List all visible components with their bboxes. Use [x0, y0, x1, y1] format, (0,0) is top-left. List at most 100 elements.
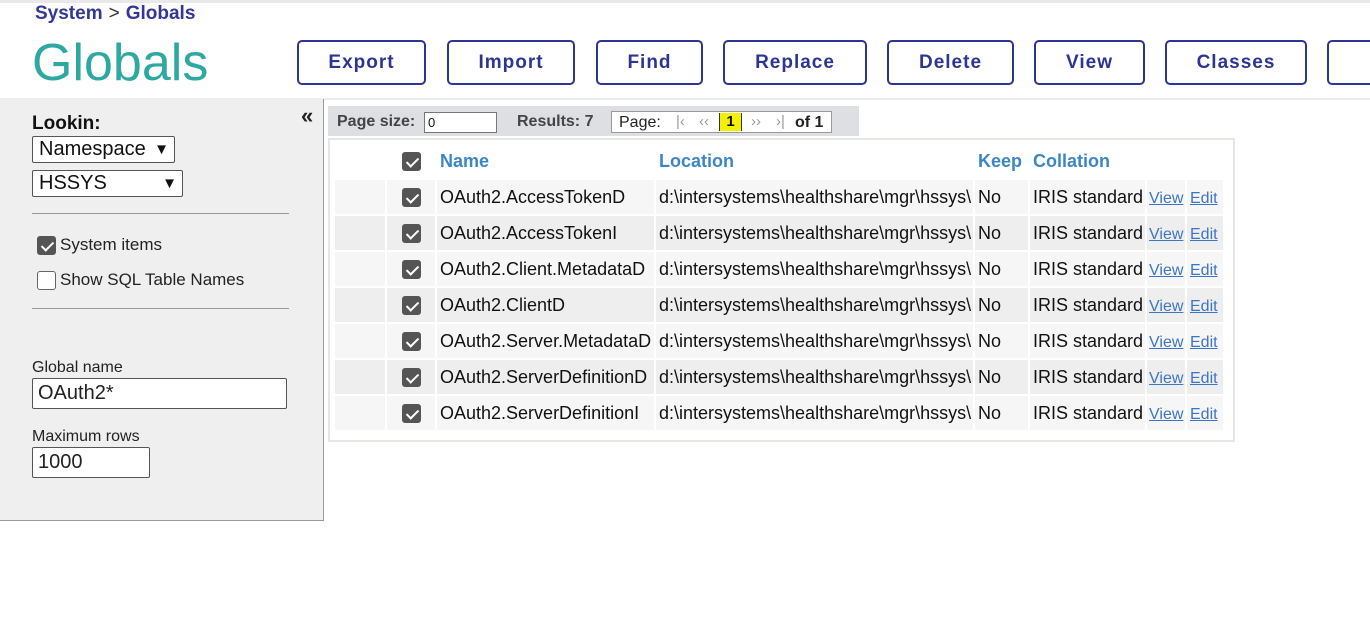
row-view-link[interactable]: View [1149, 226, 1183, 243]
table-row: OAuth2.Server.MetadataD d:\intersystems\… [335, 324, 1223, 358]
row-location: d:\intersystems\healthshare\mgr\hssys\ [656, 180, 973, 214]
classes-button[interactable]: Classes [1165, 40, 1307, 85]
collapse-sidebar-icon[interactable]: « [301, 103, 313, 129]
pager-bar: Page size: 0 Results: 7 Page: |‹ ‹‹ 1 ››… [328, 106, 859, 136]
row-collation: IRIS standard [1030, 324, 1145, 358]
first-page-icon[interactable]: |‹ [676, 113, 685, 130]
header-name[interactable]: Name [437, 144, 654, 178]
row-name: OAuth2.Client.MetadataD [437, 252, 654, 286]
page-size-label: Page size: [337, 113, 416, 130]
row-collation: IRIS standard [1030, 396, 1145, 430]
row-view-link[interactable]: View [1149, 262, 1183, 279]
row-keep: No [975, 396, 1028, 430]
page-navigator: Page: |‹ ‹‹ 1 ›› ›| of 1 [611, 111, 832, 133]
header-collation[interactable]: Collation [1030, 144, 1145, 178]
row-collation: IRIS standard [1030, 252, 1145, 286]
namespace-select[interactable]: HSSYS ▼ [32, 170, 183, 197]
row-collation: IRIS standard [1030, 288, 1145, 322]
row-checkbox[interactable] [401, 259, 421, 279]
row-edit-link[interactable]: Edit [1190, 298, 1218, 315]
row-checkbox[interactable] [401, 187, 421, 207]
row-checkbox[interactable] [401, 403, 421, 423]
sidebar-panel: « Lookin: Namespace ▼ HSSYS ▼ System ite… [0, 99, 324, 521]
max-rows-input[interactable]: 1000 [32, 447, 150, 478]
row-location: d:\intersystems\healthshare\mgr\hssys\ [656, 252, 973, 286]
header-location[interactable]: Location [656, 144, 973, 178]
row-collation: IRIS standard [1030, 180, 1145, 214]
system-items-option: System items [37, 235, 162, 256]
row-name: OAuth2.ClientD [437, 288, 654, 322]
row-location: d:\intersystems\healthshare\mgr\hssys\ [656, 396, 973, 430]
prev-page-icon[interactable]: ‹‹ [699, 113, 709, 130]
table-row: OAuth2.Client.MetadataD d:\intersystems\… [335, 252, 1223, 286]
row-keep: No [975, 324, 1028, 358]
global-name-input[interactable]: OAuth2* [32, 378, 287, 409]
chevron-down-icon: ▼ [162, 175, 177, 192]
row-edit-link[interactable]: Edit [1190, 190, 1218, 207]
import-button[interactable]: Import [447, 40, 575, 85]
row-view-link[interactable]: View [1149, 190, 1183, 207]
next-page-icon[interactable]: ›› [751, 113, 761, 130]
table-row: OAuth2.AccessTokenD d:\intersystems\heal… [335, 180, 1223, 214]
header-keep[interactable]: Keep [975, 144, 1028, 178]
lookin-type-select[interactable]: Namespace ▼ [32, 136, 175, 163]
last-page-icon[interactable]: ›| [776, 113, 785, 130]
row-collation: IRIS standard [1030, 360, 1145, 394]
row-view-link[interactable]: View [1149, 334, 1183, 351]
row-keep: No [975, 360, 1028, 394]
sidebar-divider [32, 213, 289, 214]
row-location: d:\intersystems\healthshare\mgr\hssys\ [656, 360, 973, 394]
row-edit-link[interactable]: Edit [1190, 370, 1218, 387]
row-checkbox[interactable] [401, 367, 421, 387]
row-location: d:\intersystems\healthshare\mgr\hssys\ [656, 288, 973, 322]
page-size-input[interactable]: 0 [424, 112, 497, 133]
row-name: OAuth2.AccessTokenD [437, 180, 654, 214]
row-edit-link[interactable]: Edit [1190, 334, 1218, 351]
show-sql-label: Show SQL Table Names [60, 270, 245, 289]
table-header-row: Name Location Keep Collation [335, 144, 1223, 178]
breadcrumb-system-link[interactable]: System [35, 3, 103, 24]
row-location: d:\intersystems\healthshare\mgr\hssys\ [656, 216, 973, 250]
results-count: Results: 7 [517, 113, 594, 130]
row-name: OAuth2.AccessTokenI [437, 216, 654, 250]
export-button[interactable]: Export [297, 40, 426, 85]
header-blank [335, 144, 385, 178]
row-checkbox[interactable] [401, 223, 421, 243]
row-name: OAuth2.ServerDefinitionI [437, 396, 654, 430]
sidebar-divider [32, 308, 289, 309]
select-all-checkbox[interactable] [401, 151, 421, 171]
row-checkbox[interactable] [401, 295, 421, 315]
delete-button[interactable]: Delete [887, 40, 1014, 85]
global-name-label: Global name [32, 359, 123, 376]
row-keep: No [975, 216, 1028, 250]
row-edit-link[interactable]: Edit [1190, 262, 1218, 279]
row-name: OAuth2.ServerDefinitionD [437, 360, 654, 394]
row-edit-link[interactable]: Edit [1190, 406, 1218, 423]
system-items-checkbox[interactable] [37, 236, 56, 256]
find-button[interactable]: Find [596, 40, 703, 85]
lookin-label: Lookin: [32, 113, 101, 134]
view-button[interactable]: View [1034, 40, 1145, 85]
page-label: Page: [619, 114, 661, 131]
breadcrumb-separator: > [108, 3, 120, 24]
table-row: OAuth2.ServerDefinitionI d:\intersystems… [335, 396, 1223, 430]
row-view-link[interactable]: View [1149, 298, 1183, 315]
row-name: OAuth2.Server.MetadataD [437, 324, 654, 358]
show-sql-checkbox[interactable] [37, 271, 56, 291]
show-sql-option: Show SQL Table Names [37, 270, 245, 291]
replace-button[interactable]: Replace [723, 40, 867, 85]
row-checkbox[interactable] [401, 331, 421, 351]
current-page[interactable]: 1 [719, 113, 742, 131]
table-row: OAuth2.AccessTokenI d:\intersystems\heal… [335, 216, 1223, 250]
row-view-link[interactable]: View [1149, 406, 1183, 423]
globals-table: Name Location Keep Collation OAuth2.Acce… [333, 142, 1225, 432]
globals-table-container: Name Location Keep Collation OAuth2.Acce… [328, 138, 1235, 442]
routines-button-partial[interactable]: R [1327, 40, 1370, 85]
table-row: OAuth2.ServerDefinitionD d:\intersystems… [335, 360, 1223, 394]
max-rows-label: Maximum rows [32, 428, 140, 445]
breadcrumb-globals-link[interactable]: Globals [126, 3, 196, 24]
page-title: Globals [32, 34, 209, 92]
row-collation: IRIS standard [1030, 216, 1145, 250]
row-view-link[interactable]: View [1149, 370, 1183, 387]
row-edit-link[interactable]: Edit [1190, 226, 1218, 243]
